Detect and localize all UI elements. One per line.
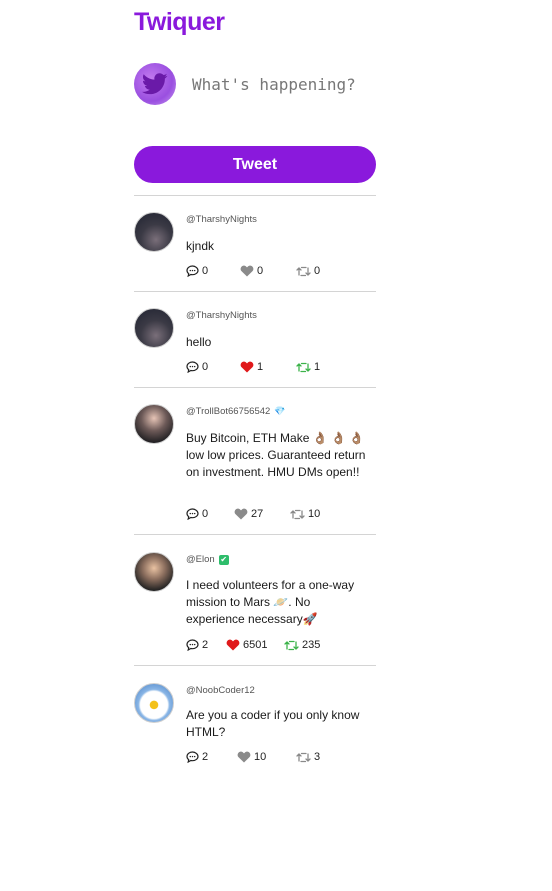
tweet-item[interactable]: @TrollBot66756542 💎 Buy Bitcoin, ETH Mak… bbox=[134, 404, 376, 524]
avatar[interactable] bbox=[134, 552, 174, 592]
divider bbox=[134, 195, 376, 196]
verified-icon: ✔ bbox=[218, 554, 229, 565]
retweet-count: 1 bbox=[314, 361, 321, 373]
comment-count: 0 bbox=[202, 361, 209, 373]
user-handle[interactable]: @NoobCoder12 bbox=[186, 685, 255, 696]
comment-count: 0 bbox=[202, 265, 209, 277]
tweet-text: Are you a coder if you only know HTML? bbox=[186, 708, 360, 739]
retweet-button[interactable]: 0 bbox=[296, 265, 320, 277]
comment-icon bbox=[186, 508, 199, 520]
like-button[interactable]: 27 bbox=[234, 508, 263, 520]
retweet-icon bbox=[284, 640, 299, 650]
comment-icon bbox=[186, 639, 199, 651]
comment-button[interactable]: 0 bbox=[186, 508, 208, 520]
heart-icon bbox=[240, 265, 254, 277]
comment-button[interactable]: 2 bbox=[186, 639, 208, 651]
tweet-button[interactable]: Tweet bbox=[134, 146, 376, 183]
like-count: 10 bbox=[254, 751, 267, 763]
retweet-count: 3 bbox=[314, 751, 321, 763]
heart-icon bbox=[226, 639, 240, 651]
heart-icon bbox=[234, 508, 248, 520]
avatar[interactable] bbox=[134, 308, 174, 348]
heart-icon bbox=[237, 751, 251, 763]
like-count: 1 bbox=[257, 361, 264, 373]
like-count: 27 bbox=[251, 508, 264, 520]
tweet-text: hello bbox=[186, 335, 212, 349]
retweet-icon bbox=[296, 362, 311, 372]
user-handle[interactable]: @Elon bbox=[186, 554, 215, 565]
divider bbox=[134, 534, 376, 535]
retweet-icon bbox=[290, 509, 305, 519]
heart-icon bbox=[240, 361, 254, 373]
like-button[interactable]: 6501 bbox=[226, 639, 267, 651]
comment-button[interactable]: 0 bbox=[186, 265, 208, 277]
tweet-item[interactable]: @TharshyNights hello 0 1 1 bbox=[134, 308, 376, 378]
retweet-icon bbox=[296, 752, 311, 762]
like-button[interactable]: 0 bbox=[240, 265, 263, 277]
comment-count: 2 bbox=[202, 639, 209, 651]
comment-icon bbox=[186, 361, 199, 373]
compose-input[interactable] bbox=[192, 72, 372, 96]
divider bbox=[134, 387, 376, 388]
avatar[interactable] bbox=[134, 212, 174, 252]
comment-button[interactable]: 2 bbox=[186, 751, 208, 763]
like-count: 0 bbox=[257, 265, 264, 277]
divider bbox=[134, 291, 376, 292]
comment-count: 0 bbox=[202, 508, 209, 520]
tweet-item[interactable]: @TharshyNights kjndk 0 0 0 bbox=[134, 212, 376, 282]
bird-icon bbox=[142, 73, 168, 95]
tweet-text: I need volunteers for a one-way mission … bbox=[186, 578, 355, 626]
divider bbox=[134, 665, 376, 666]
retweet-button[interactable]: 1 bbox=[296, 361, 320, 373]
user-handle[interactable]: @TrollBot66756542 bbox=[186, 406, 270, 417]
diamond-icon: 💎 bbox=[274, 406, 286, 416]
like-count: 6501 bbox=[243, 639, 268, 651]
tweet-item[interactable]: @NoobCoder12 Are you a coder if you only… bbox=[134, 683, 376, 768]
tweet-text: kjndk bbox=[186, 239, 215, 253]
retweet-icon bbox=[296, 266, 311, 276]
retweet-button[interactable]: 10 bbox=[290, 508, 320, 520]
tweet-item[interactable]: @Elon ✔ I need volunteers for a one-way … bbox=[134, 552, 376, 656]
comment-button[interactable]: 0 bbox=[186, 361, 208, 373]
tweet-text: Buy Bitcoin, ETH Make 👌🏽 👌🏽 👌🏽 low low p… bbox=[186, 431, 366, 479]
comment-icon bbox=[186, 751, 199, 763]
like-button[interactable]: 10 bbox=[237, 751, 266, 763]
composer bbox=[134, 62, 376, 106]
avatar[interactable] bbox=[134, 683, 174, 723]
comment-count: 2 bbox=[202, 751, 209, 763]
comment-icon bbox=[186, 265, 199, 277]
retweet-count: 0 bbox=[314, 265, 321, 277]
avatar[interactable] bbox=[134, 404, 174, 444]
retweet-count: 235 bbox=[302, 639, 321, 651]
retweet-button[interactable]: 3 bbox=[296, 751, 320, 763]
user-handle[interactable]: @TharshyNights bbox=[186, 214, 257, 225]
app-title: Twiquer bbox=[134, 8, 225, 36]
user-handle[interactable]: @TharshyNights bbox=[186, 310, 257, 321]
retweet-count: 10 bbox=[308, 508, 321, 520]
retweet-button[interactable]: 235 bbox=[284, 639, 320, 651]
composer-avatar bbox=[134, 63, 176, 105]
like-button[interactable]: 1 bbox=[240, 361, 263, 373]
